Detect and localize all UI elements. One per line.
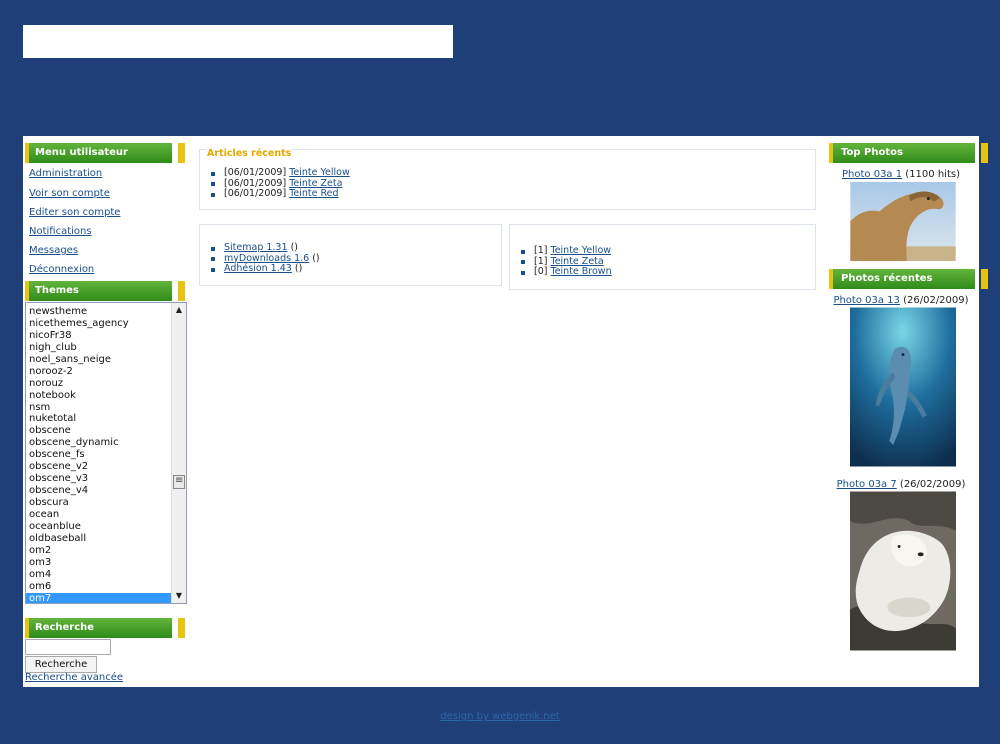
count-link[interactable]: Teinte Yellow [551, 245, 612, 256]
item-count: [1] [534, 245, 548, 256]
theme-option[interactable]: oceanblue [26, 521, 172, 533]
theme-option[interactable]: nsm [26, 402, 172, 414]
menu-item-messages[interactable]: Messages [29, 245, 78, 256]
themes-title: Themes [35, 285, 79, 296]
theme-option[interactable]: obscene_v3 [26, 473, 172, 485]
menu-item-notifications[interactable]: Notifications [29, 226, 92, 237]
themes-header: Themes [25, 281, 185, 301]
theme-option[interactable]: om3 [26, 557, 172, 569]
download-suffix: () [294, 263, 303, 274]
recent-photo-caption: Photo 03a 7 (26/02/2009) [823, 479, 979, 490]
list-item: [0] Teinte Brown [520, 266, 612, 278]
theme-option[interactable]: norouz [26, 378, 172, 390]
theme-option[interactable]: newstheme [26, 306, 172, 318]
theme-option[interactable]: obscene_v2 [26, 461, 172, 473]
theme-option[interactable]: notebook [26, 390, 172, 402]
menu-item-deconnexion[interactable]: Déconnexion [29, 264, 94, 275]
themes-scrollbar[interactable]: ▲ ▼ [171, 303, 186, 603]
recent-photo-link[interactable]: Photo 03a 13 [833, 295, 899, 306]
top-photo-link[interactable]: Photo 03a 1 [842, 169, 902, 180]
download-suffix: () [312, 252, 320, 264]
theme-option[interactable]: nicoFr38 [26, 330, 172, 342]
recent-photo-date: (26/02/2009) [903, 295, 969, 306]
theme-option[interactable]: obscene_v4 [26, 485, 172, 497]
top-photo-hits: (1100 hits) [905, 169, 960, 180]
recent-articles-list: [06/01/2009] Teinte Yellow [06/01/2009] … [210, 167, 350, 200]
scroll-down-arrow-icon[interactable]: ▼ [174, 591, 184, 600]
recent-articles-panel: Articles récents [06/01/2009] Teinte Yel… [199, 148, 816, 210]
theme-option[interactable]: om4 [26, 569, 172, 581]
recent-articles-title: Articles récents [206, 148, 293, 159]
downloads-panel: Sitemap 1.31 () myDownloads 1.6 () Adhés… [199, 224, 502, 286]
article-link[interactable]: Teinte Yellow [289, 167, 350, 178]
theme-option[interactable]: om2 [26, 545, 172, 557]
site-logo [23, 25, 453, 58]
recent-photo-date: (26/02/2009) [899, 479, 966, 490]
dolphin-photo[interactable] [849, 306, 957, 468]
themes-list: newstheme nicethemes_agency nicoFr38 nig… [26, 306, 172, 603]
menu-item-administration[interactable]: Administration [29, 168, 102, 179]
menu-item-editer-compte[interactable]: Editer son compte [29, 207, 120, 218]
footer-link[interactable]: design by webgenik.net [440, 711, 559, 722]
theme-option[interactable]: noel_sans_neige [26, 354, 172, 366]
count-link[interactable]: Teinte Zeta [551, 256, 604, 267]
download-suffix: () [290, 242, 298, 253]
top-photos-title: Top Photos [841, 147, 903, 158]
main-content: Menu utilisateur Administration Voir son… [23, 136, 988, 687]
count-link[interactable]: Teinte Brown [551, 266, 612, 277]
user-menu-header: Menu utilisateur [25, 143, 185, 163]
theme-option[interactable]: oldbaseball [26, 533, 172, 545]
advanced-search-link[interactable]: Recherche avancée [25, 672, 123, 683]
theme-option[interactable]: obscene [26, 425, 172, 437]
theme-option[interactable]: nigh_club [26, 342, 172, 354]
theme-option[interactable]: ocean [26, 509, 172, 521]
menu-item-voir-compte[interactable]: Voir son compte [29, 188, 110, 199]
theme-option[interactable]: obscene_fs [26, 449, 172, 461]
recent-photos-header: Photos récentes [829, 269, 988, 289]
theme-option[interactable]: obscene_dynamic [26, 437, 172, 449]
recent-photo-link[interactable]: Photo 03a 7 [837, 479, 897, 490]
article-date: [06/01/2009] [224, 177, 287, 189]
camel-photo[interactable] [849, 181, 957, 262]
counts-panel: [1] Teinte Yellow [1] Teinte Zeta [0] Te… [509, 224, 816, 290]
theme-option[interactable]: nicethemes_agency [26, 318, 172, 330]
theme-option[interactable]: nuketotal [26, 413, 172, 425]
theme-option[interactable]: om6 [26, 581, 172, 593]
top-photos-header: Top Photos [829, 143, 988, 163]
search-title: Recherche [35, 622, 95, 633]
polar-bear-photo[interactable] [849, 490, 957, 652]
scroll-thumb[interactable] [173, 475, 185, 489]
theme-option-selected[interactable]: om7 [26, 592, 172, 603]
item-count: [0] [534, 266, 548, 277]
download-link[interactable]: myDownloads 1.6 [224, 253, 309, 264]
recent-photos-title: Photos récentes [841, 273, 933, 284]
list-item: Adhésion 1.43 () [210, 263, 320, 275]
theme-option[interactable]: obscura [26, 497, 172, 509]
search-input[interactable] [25, 639, 111, 655]
search-button[interactable]: Recherche [25, 656, 97, 673]
top-photo-caption: Photo 03a 1 (1100 hits) [823, 169, 979, 180]
search-header: Recherche [25, 618, 185, 638]
article-date: [06/01/2009] [224, 188, 287, 199]
downloads-list: Sitemap 1.31 () myDownloads 1.6 () Adhés… [210, 242, 320, 275]
user-menu-title: Menu utilisateur [35, 147, 128, 158]
theme-option[interactable]: norooz-2 [26, 366, 172, 378]
counts-list: [1] Teinte Yellow [1] Teinte Zeta [0] Te… [520, 245, 612, 278]
item-count: [1] [534, 255, 548, 267]
themes-listbox[interactable]: newstheme nicethemes_agency nicoFr38 nig… [25, 302, 187, 604]
article-link[interactable]: Teinte Zeta [289, 178, 342, 189]
download-link[interactable]: Adhésion 1.43 [224, 263, 292, 274]
article-link[interactable]: Teinte Red [289, 188, 338, 199]
article-date: [06/01/2009] [224, 167, 287, 178]
list-item: [06/01/2009] Teinte Red [210, 188, 350, 200]
footer-credit[interactable]: design by webgenik.net [0, 711, 1000, 722]
recent-photo-caption: Photo 03a 13 (26/02/2009) [823, 295, 979, 306]
scroll-up-arrow-icon[interactable]: ▲ [174, 305, 184, 314]
download-link[interactable]: Sitemap 1.31 [224, 242, 288, 253]
